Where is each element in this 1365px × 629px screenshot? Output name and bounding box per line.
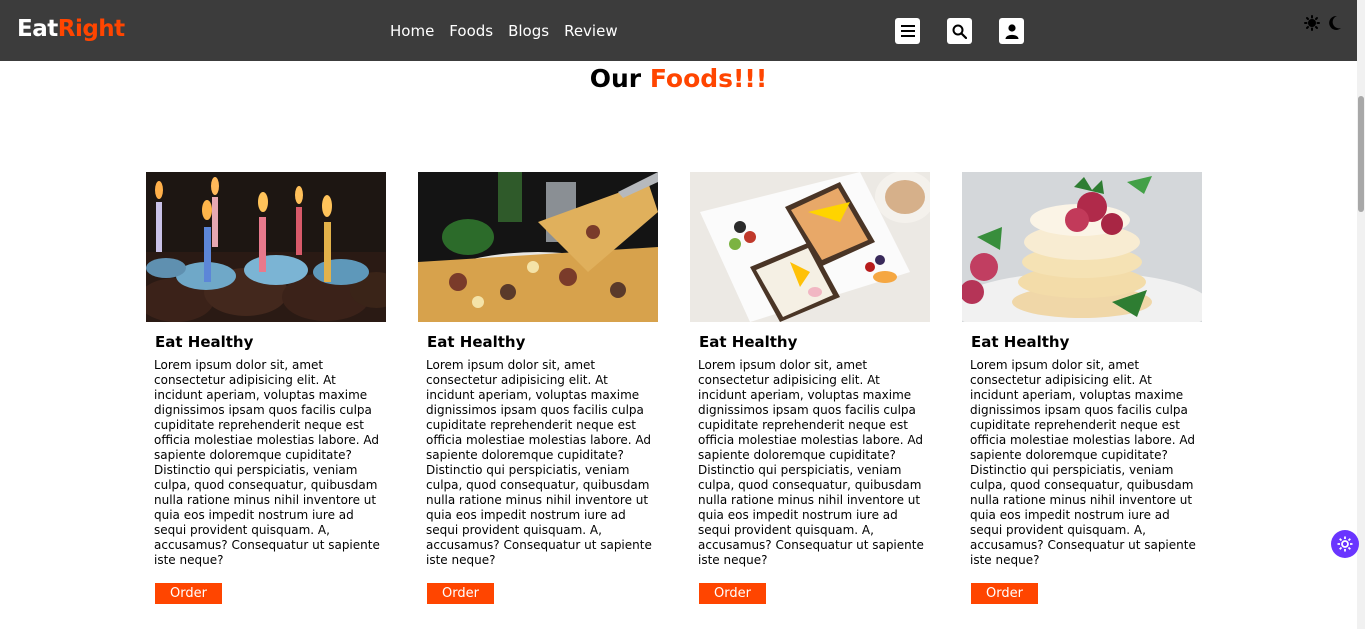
nav-links: Home Foods Blogs Review	[390, 22, 618, 40]
logo-accent: Right	[57, 16, 125, 42]
order-button[interactable]: Order	[427, 583, 494, 604]
food-card: Eat Healthy Lorem ipsum dolor sit, amet …	[962, 172, 1202, 604]
heading-text: Our	[589, 64, 650, 93]
scrollbar-thumb[interactable]	[1358, 96, 1364, 212]
sun-icon[interactable]	[1304, 15, 1320, 31]
card-title: Eat Healthy	[427, 333, 526, 351]
order-button[interactable]: Order	[971, 583, 1038, 604]
logo-text: Eat	[17, 16, 58, 42]
logo[interactable]: EatRight	[17, 16, 125, 42]
toast-breakfast-image	[690, 172, 930, 322]
heading-accent: Foods!!!	[649, 64, 768, 93]
order-button[interactable]: Order	[699, 583, 766, 604]
card-description: Lorem ipsum dolor sit, amet consectetur …	[970, 358, 1196, 567]
menu-icon	[900, 25, 915, 37]
order-button[interactable]: Order	[155, 583, 222, 604]
menu-button[interactable]	[895, 18, 920, 44]
food-card: Eat Healthy Lorem ipsum dolor sit, amet …	[690, 172, 930, 604]
nav-link-home[interactable]: Home	[390, 22, 434, 40]
card-title: Eat Healthy	[971, 333, 1070, 351]
moon-icon[interactable]	[1328, 15, 1342, 31]
card-description: Lorem ipsum dolor sit, amet consectetur …	[426, 358, 652, 567]
card-description: Lorem ipsum dolor sit, amet consectetur …	[154, 358, 380, 567]
pancakes-image	[962, 172, 1202, 322]
navbar: EatRight Home Foods Blogs Review	[0, 0, 1357, 61]
birthday-cupcakes-image	[146, 172, 386, 322]
settings-button[interactable]	[1331, 530, 1359, 558]
nav-link-blogs[interactable]: Blogs	[508, 22, 549, 40]
search-icon	[952, 24, 967, 39]
theme-toggle	[1304, 15, 1342, 31]
gear-icon	[1337, 536, 1353, 552]
food-card: Eat Healthy Lorem ipsum dolor sit, amet …	[418, 172, 658, 604]
header-icon-group	[895, 18, 1024, 44]
card-title: Eat Healthy	[699, 333, 798, 351]
nav-link-foods[interactable]: Foods	[449, 22, 493, 40]
user-icon	[1005, 23, 1018, 39]
section-heading: Our Foods!!!	[0, 64, 1357, 93]
nav-link-review[interactable]: Review	[564, 22, 618, 40]
page-scrollbar[interactable]	[1357, 0, 1365, 629]
search-button[interactable]	[947, 18, 972, 44]
food-card: Eat Healthy Lorem ipsum dolor sit, amet …	[146, 172, 386, 604]
card-title: Eat Healthy	[155, 333, 254, 351]
user-button[interactable]	[999, 18, 1024, 44]
card-description: Lorem ipsum dolor sit, amet consectetur …	[698, 358, 924, 567]
pizza-image	[418, 172, 658, 322]
